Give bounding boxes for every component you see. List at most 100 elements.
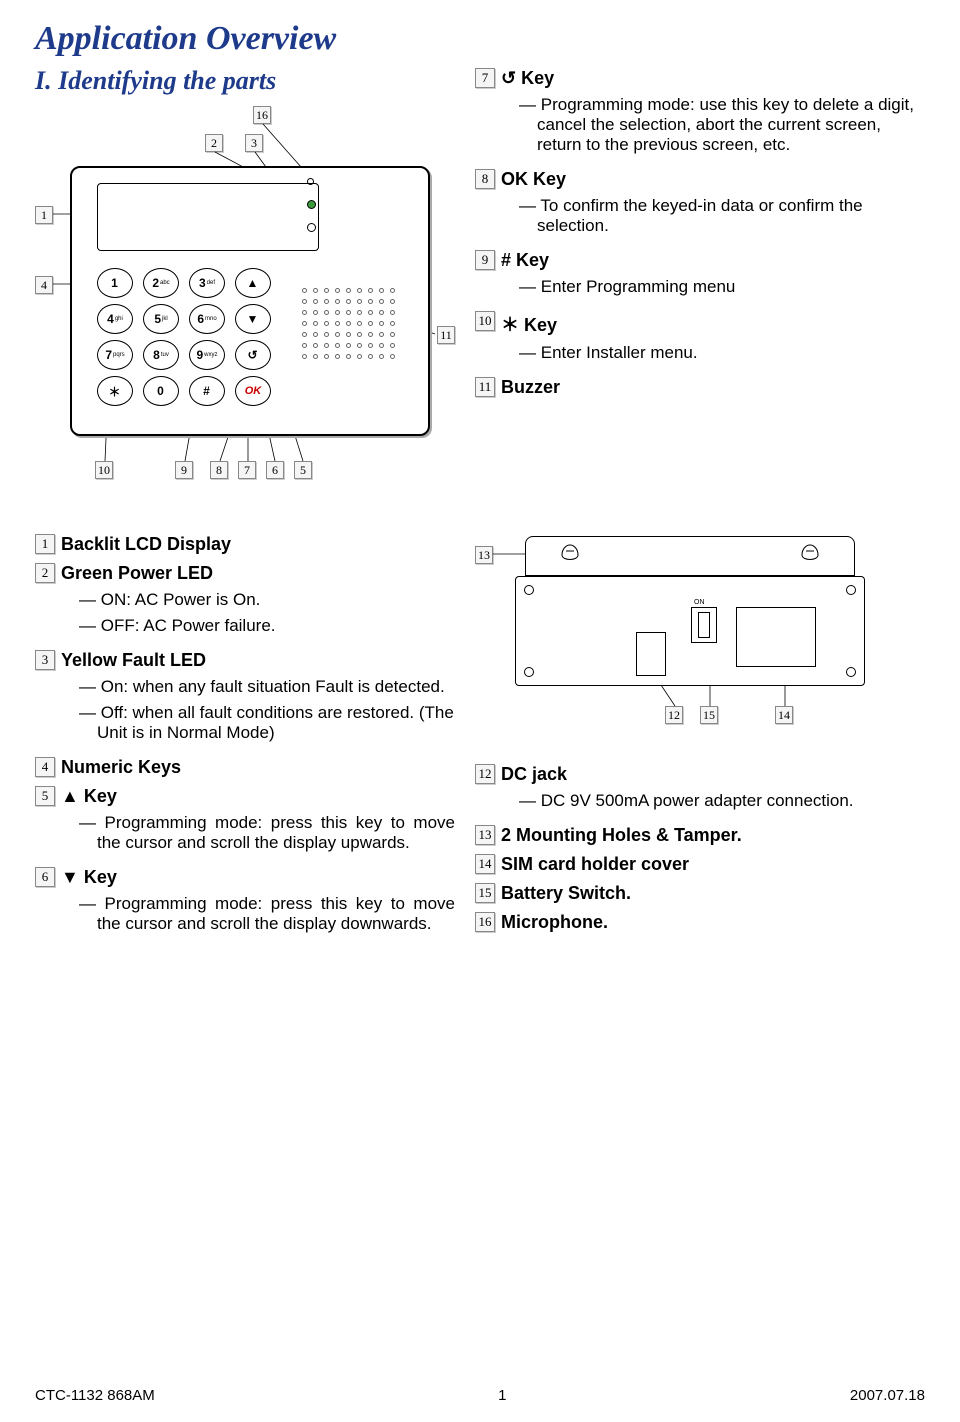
item-sub: To confirm the keyed-in data or confirm … bbox=[519, 196, 925, 236]
item-number: 6 bbox=[35, 867, 55, 887]
item-number: 1 bbox=[35, 534, 55, 554]
callout-1: 1 bbox=[35, 206, 53, 224]
key-6: 6mno bbox=[189, 304, 225, 334]
item-7: 7↺ KeyProgramming mode: use this key to … bbox=[475, 68, 925, 161]
callout-14: 14 bbox=[775, 706, 793, 724]
footer-page: 1 bbox=[498, 1387, 506, 1404]
item-title: Battery Switch. bbox=[501, 883, 925, 904]
keypad-grid: 12abc3def▲4ghi5jkl6mno▼7pqrs8tuv9wxyz↺＊0… bbox=[97, 268, 271, 406]
mounting-hole-right bbox=[796, 543, 824, 565]
back-body: ON bbox=[515, 576, 865, 686]
item-number: 3 bbox=[35, 650, 55, 670]
screw-icon bbox=[524, 585, 534, 595]
back-figure: 13 12 15 14 bbox=[475, 526, 895, 756]
item-10: 10＊ KeyEnter Installer menu. bbox=[475, 311, 925, 369]
callout-7: 7 bbox=[238, 461, 256, 479]
key-↺: ↺ bbox=[235, 340, 271, 370]
key-1: 1 bbox=[97, 268, 133, 298]
item-sub: ON: AC Power is On. bbox=[79, 590, 455, 610]
item-5: 5▲ KeyProgramming mode: press this key t… bbox=[35, 786, 455, 859]
green-led bbox=[307, 200, 316, 209]
key-▼: ▼ bbox=[235, 304, 271, 334]
item-sub: Enter Programming menu bbox=[519, 277, 925, 297]
item-title: # Key bbox=[501, 250, 925, 271]
microphone-hole bbox=[307, 178, 314, 185]
yellow-led bbox=[307, 223, 316, 232]
item-6: 6 ▼ Key Programming mode: press this key t… bbox=[35, 867, 455, 940]
item-number: 12 bbox=[475, 764, 495, 784]
item-sub: Programming mode: press this key to move… bbox=[79, 813, 455, 853]
item-sub: On: when any fault situation Fault is de… bbox=[79, 677, 455, 697]
dc-jack-recess bbox=[636, 632, 666, 676]
item-2: 2Green Power LEDON: AC Power is On.OFF: … bbox=[35, 563, 455, 642]
item-number: 4 bbox=[35, 757, 55, 777]
speaker-grill bbox=[302, 288, 412, 368]
section-heading: I. Identifying the parts bbox=[35, 66, 455, 96]
lcd-display bbox=[97, 183, 319, 251]
keypad-figure: 16 2 3 1 4 11 10 9 8 7 6 5 bbox=[35, 106, 455, 496]
item-title: OK Key bbox=[501, 169, 925, 190]
page-title: Application Overview bbox=[35, 20, 925, 58]
callout-2: 2 bbox=[205, 134, 223, 152]
item-title: Green Power LED bbox=[61, 563, 455, 584]
item-3: 3 Yellow Fault LED On: when any fault situ… bbox=[35, 650, 455, 749]
item-sub: OFF: AC Power failure. bbox=[79, 616, 455, 636]
item-number: 5 bbox=[35, 786, 55, 806]
item-sub: DC 9V 500mA power adapter connection. bbox=[519, 791, 925, 811]
item-4: 4 Numeric Keys bbox=[35, 757, 455, 778]
item-title: DC jack bbox=[501, 764, 925, 785]
screw-icon bbox=[846, 667, 856, 677]
item-title: SIM card holder cover bbox=[501, 854, 925, 875]
item-number: 15 bbox=[475, 883, 495, 903]
item-16: 16 Microphone. bbox=[475, 912, 925, 933]
key-4: 4ghi bbox=[97, 304, 133, 334]
item-14: 14 SIM card holder cover bbox=[475, 854, 925, 875]
item-number: 13 bbox=[475, 825, 495, 845]
item-title: Yellow Fault LED bbox=[61, 650, 455, 671]
item-title: Backlit LCD Display bbox=[61, 534, 455, 555]
key-OK: OK bbox=[235, 376, 271, 406]
key-3: 3def bbox=[189, 268, 225, 298]
callout-6: 6 bbox=[266, 461, 284, 479]
callout-12: 12 bbox=[665, 706, 683, 724]
callout-13: 13 bbox=[475, 546, 493, 564]
item-1: 1 Backlit LCD Display bbox=[35, 534, 455, 555]
on-label: ON bbox=[694, 599, 705, 606]
callout-5: 5 bbox=[294, 461, 312, 479]
item-9: 9 # Key Enter Programming menu bbox=[475, 250, 925, 303]
item-title: Numeric Keys bbox=[61, 757, 455, 778]
footer-date: 2007.07.18 bbox=[850, 1387, 925, 1404]
item-number: 9 bbox=[475, 250, 495, 270]
callout-16: 16 bbox=[253, 106, 271, 124]
callout-11: 11 bbox=[437, 326, 455, 344]
callout-4: 4 bbox=[35, 276, 53, 294]
item-sub: Enter Installer menu. bbox=[519, 343, 925, 363]
callout-3: 3 bbox=[245, 134, 263, 152]
key-0: 0 bbox=[143, 376, 179, 406]
item-sub: Programming mode: press this key to move… bbox=[79, 894, 455, 934]
battery-switch: ON bbox=[691, 607, 717, 643]
item-number: 16 bbox=[475, 912, 495, 932]
item-12: 12 DC jack DC 9V 500mA power adapter conne… bbox=[475, 764, 925, 817]
callout-8: 8 bbox=[210, 461, 228, 479]
item-15: 15 Battery Switch. bbox=[475, 883, 925, 904]
item-title: Microphone. bbox=[501, 912, 925, 933]
screw-icon bbox=[846, 585, 856, 595]
back-top-edge bbox=[525, 536, 855, 576]
footer-model: CTC-1132 868AM bbox=[35, 1387, 155, 1404]
item-11: 11Buzzer bbox=[475, 377, 925, 398]
callout-9: 9 bbox=[175, 461, 193, 479]
key-#: # bbox=[189, 376, 225, 406]
item-number: 14 bbox=[475, 854, 495, 874]
key-2: 2abc bbox=[143, 268, 179, 298]
item-title: ▼ Key bbox=[61, 867, 455, 888]
mounting-hole-left bbox=[556, 543, 584, 565]
item-title: ↺ Key bbox=[501, 68, 925, 89]
item-title: Buzzer bbox=[501, 377, 925, 398]
key-▲: ▲ bbox=[235, 268, 271, 298]
screw-icon bbox=[524, 667, 534, 677]
item-sub: Off: when all fault conditions are resto… bbox=[79, 703, 455, 743]
key-＊: ＊ bbox=[97, 376, 133, 406]
item-title: 2 Mounting Holes & Tamper. bbox=[501, 825, 925, 846]
item-title: ＊ Key bbox=[501, 311, 925, 337]
